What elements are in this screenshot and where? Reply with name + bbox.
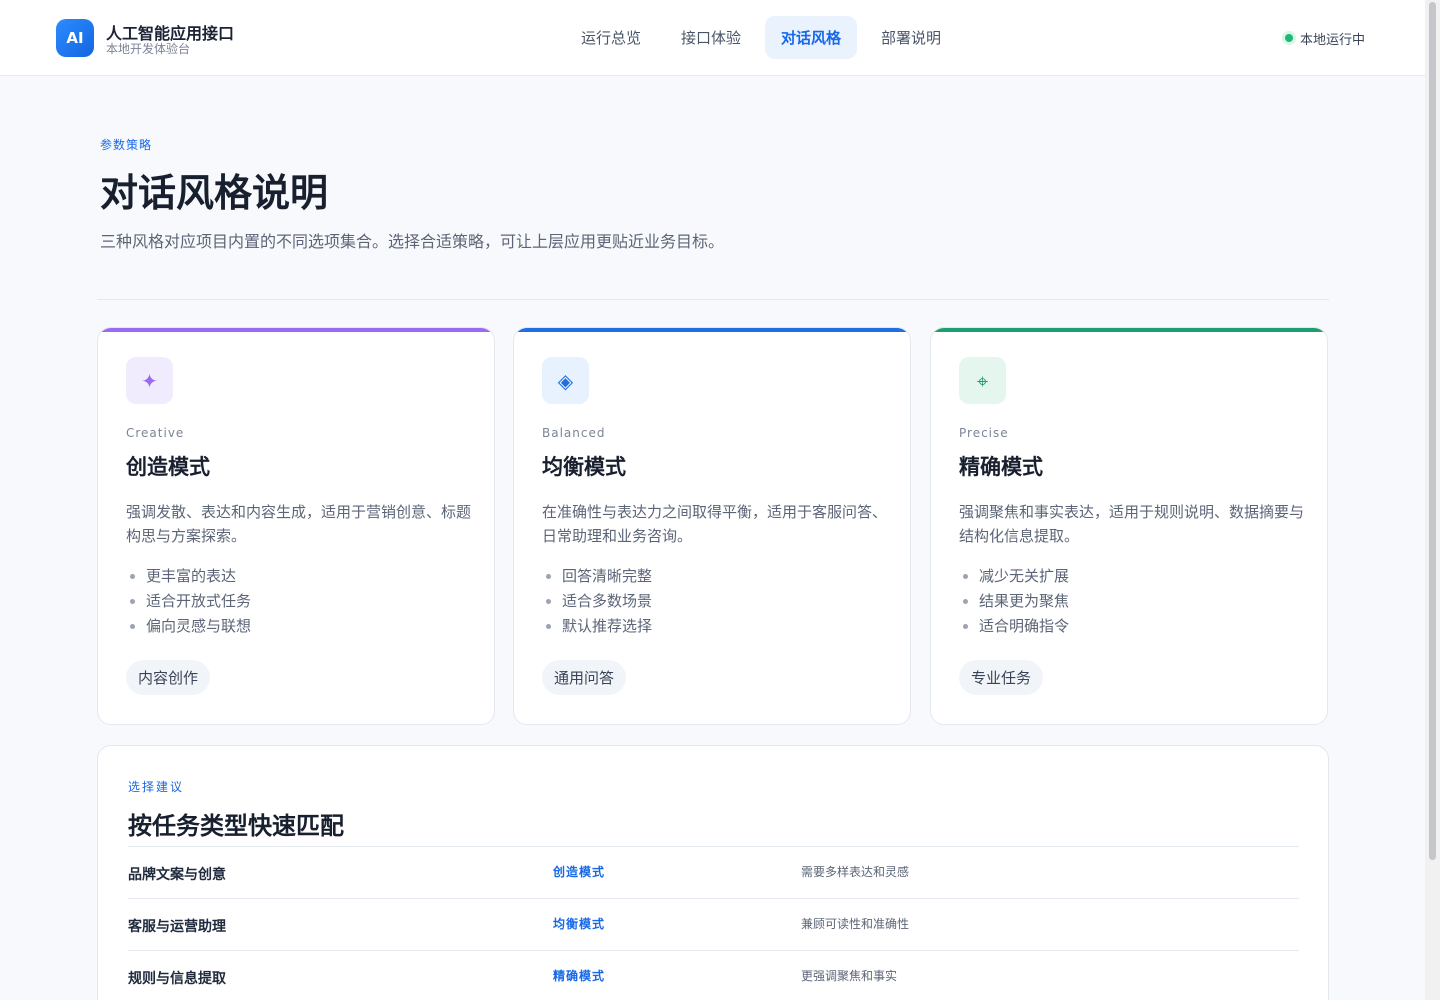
top-header: AI 人工智能应用接口 本地开发体验台 运行总览 接口体验 对话风格 部署说明 …: [0, 0, 1425, 76]
sparkle-icon: ✦: [126, 357, 173, 404]
card-precise: ⌖ Precise 精确模式 强调聚焦和事实表达，适用于规则说明、数据摘要与结构…: [930, 327, 1328, 725]
section-divider: [97, 299, 1329, 300]
recommended-mode[interactable]: 均衡模式: [553, 915, 605, 932]
recommended-mode[interactable]: 创造模式: [553, 863, 605, 880]
list-item: 回答清晰完整: [562, 564, 652, 589]
card-feature-list: 回答清晰完整 适合多数场景 默认推荐选择: [562, 564, 652, 639]
status-indicator: 本地运行中: [1281, 26, 1369, 50]
section-eyebrow: 参数策略: [100, 138, 153, 152]
card-accent-bar: [98, 328, 494, 332]
task-name: 客服与运营助理: [128, 919, 226, 935]
page-description: 三种风格对应项目内置的不同选项集合。选择合适策略，可让上层应用更贴近业务目标。: [100, 232, 725, 251]
card-description: 强调聚焦和事实表达，适用于规则说明、数据摘要与结构化信息提取。: [959, 503, 1305, 545]
card-accent-bar: [514, 328, 910, 332]
main-nav: 运行总览 接口体验 对话风格 部署说明: [565, 16, 957, 59]
list-item: 更丰富的表达: [146, 564, 251, 589]
card-accent-bar: [931, 328, 1327, 332]
ai-logo-icon[interactable]: AI: [56, 19, 94, 57]
table-row: 客服与运营助理 均衡模式 兼顾可读性和准确性: [128, 898, 1299, 950]
page-title: 对话风格说明: [100, 171, 329, 215]
card-tag: 内容创作: [126, 660, 211, 695]
list-item: 结果更为聚焦: [979, 589, 1069, 614]
list-item: 适合多数场景: [562, 589, 652, 614]
task-match-panel: 选择建议 按任务类型快速匹配 品牌文案与创意 创造模式 需要多样表达和灵感 客服…: [97, 745, 1329, 1000]
status-label: 本地运行中: [1300, 32, 1366, 48]
card-creative: ✦ Creative 创造模式 强调发散、表达和内容生成，适用于营销创意、标题构…: [97, 327, 495, 725]
card-tag: 通用问答: [542, 660, 627, 695]
table-row: 品牌文案与创意 创造模式 需要多样表达和灵感: [128, 846, 1299, 898]
list-item: 减少无关扩展: [979, 564, 1069, 589]
nav-item-api-playground[interactable]: 接口体验: [665, 16, 757, 59]
diamond-icon: ◈: [542, 357, 589, 404]
table-row: 规则与信息提取 精确模式 更强调聚焦和事实: [128, 950, 1299, 1000]
list-item: 适合明确指令: [979, 614, 1069, 639]
card-tag: 专业任务: [959, 660, 1044, 695]
list-item: 适合开放式任务: [146, 589, 251, 614]
match-title: 按任务类型快速匹配: [128, 812, 344, 840]
status-dot-icon: [1285, 34, 1293, 42]
card-description: 强调发散、表达和内容生成，适用于营销创意、标题构思与方案探索。: [126, 503, 472, 545]
app-subtitle: 本地开发体验台: [106, 42, 191, 56]
nav-item-chat-style[interactable]: 对话风格: [765, 16, 858, 59]
card-title: 精确模式: [959, 455, 1043, 479]
nav-item-overview[interactable]: 运行总览: [565, 16, 657, 59]
nav-item-deployment[interactable]: 部署说明: [865, 16, 957, 59]
vertical-scrollbar[interactable]: [1425, 0, 1440, 1000]
card-english-label: Creative: [126, 426, 185, 440]
card-title: 均衡模式: [542, 455, 626, 479]
card-description: 在准确性与表达力之间取得平衡，适用于客服问答、日常助理和业务咨询。: [542, 503, 888, 545]
card-english-label: Precise: [959, 426, 1009, 440]
card-english-label: Balanced: [542, 426, 606, 440]
recommended-mode[interactable]: 精确模式: [553, 967, 605, 984]
card-feature-list: 更丰富的表达 适合开放式任务 偏向灵感与联想: [146, 564, 251, 639]
mode-note: 更强调聚焦和事实: [801, 969, 898, 983]
task-name: 规则与信息提取: [128, 971, 226, 987]
crosshair-icon: ⌖: [959, 357, 1006, 404]
list-item: 默认推荐选择: [562, 614, 652, 639]
mode-note: 需要多样表达和灵感: [801, 865, 910, 879]
mode-note: 兼顾可读性和准确性: [801, 917, 910, 931]
card-feature-list: 减少无关扩展 结果更为聚焦 适合明确指令: [979, 564, 1069, 639]
match-eyebrow: 选择建议: [128, 780, 185, 794]
list-item: 偏向灵感与联想: [146, 614, 251, 639]
card-balanced: ◈ Balanced 均衡模式 在准确性与表达力之间取得平衡，适用于客服问答、日…: [513, 327, 911, 725]
task-name: 品牌文案与创意: [128, 867, 226, 883]
card-title: 创造模式: [126, 455, 210, 479]
scrollbar-thumb[interactable]: [1429, 2, 1436, 860]
